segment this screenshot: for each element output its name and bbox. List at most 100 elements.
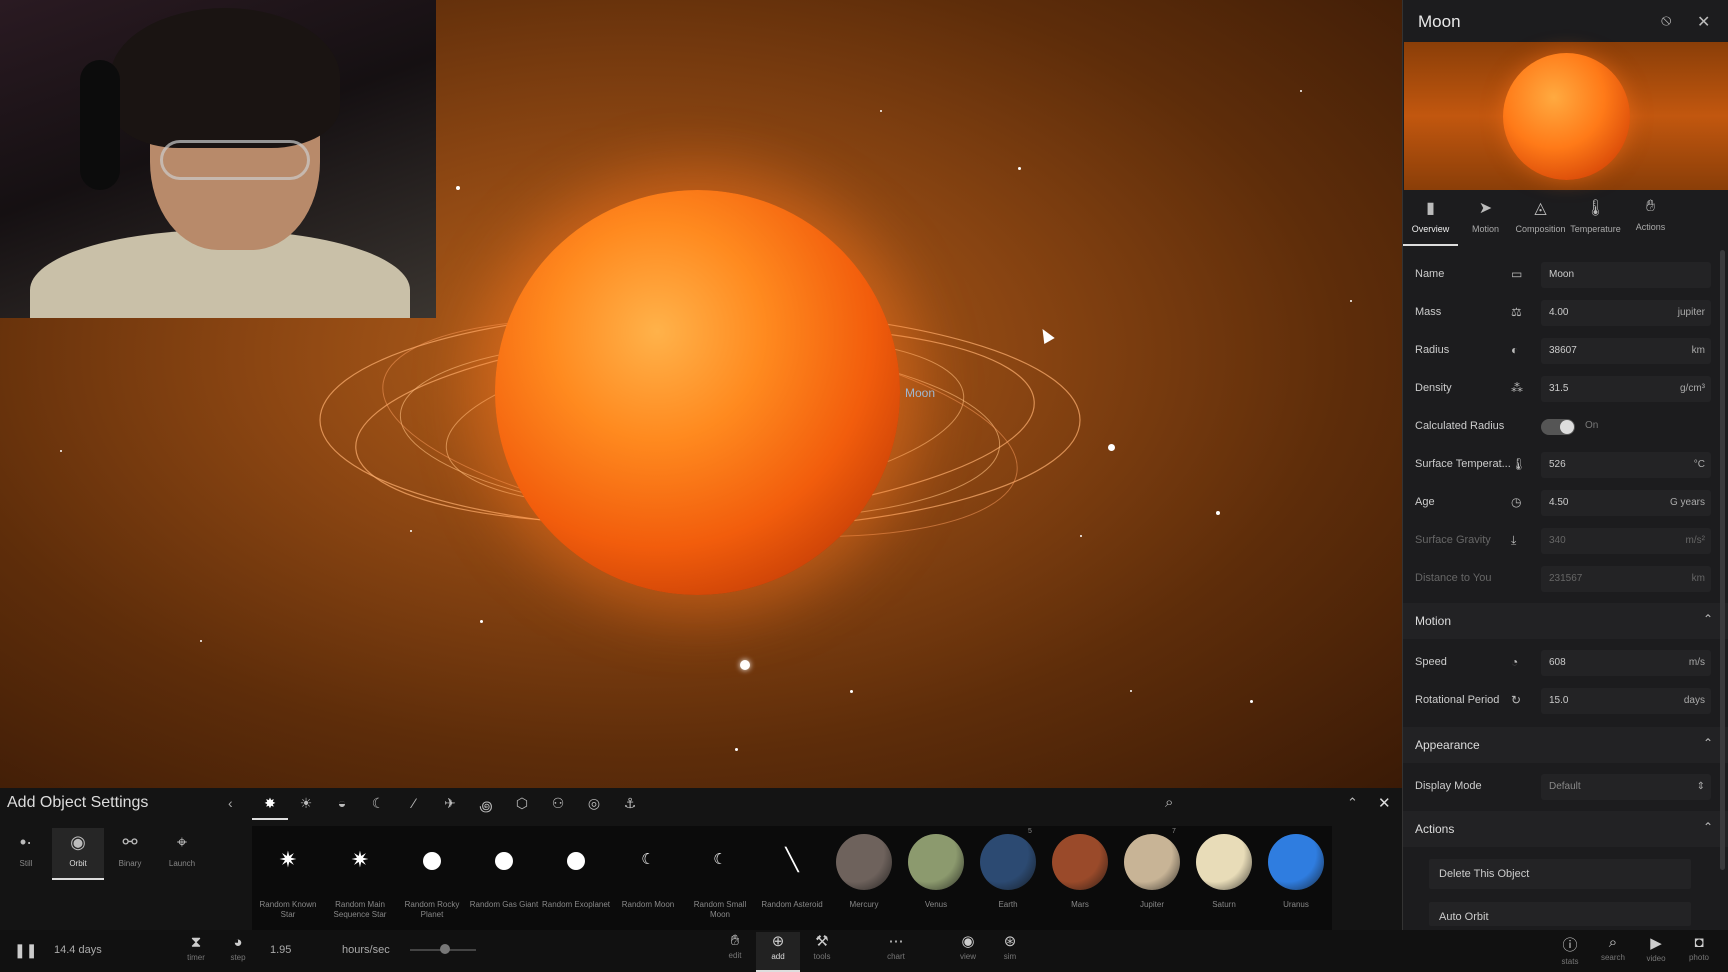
category-galaxy-icon[interactable]: ꩜ [468, 788, 504, 820]
category-planet-icon[interactable]: ◒ [324, 788, 360, 820]
search-icon[interactable]: ⌕ [1165, 794, 1173, 811]
surface-temperature-input[interactable]: 526 °C [1541, 452, 1711, 478]
category-particle-icon[interactable]: ◎ [576, 788, 612, 820]
button-label: add [771, 952, 785, 961]
close-icon[interactable]: ✕ [1697, 12, 1710, 32]
object-preview-sphere [1503, 53, 1630, 180]
object-mars[interactable]: Mars [1044, 826, 1116, 930]
category-random-icon[interactable]: ✸ [252, 788, 288, 820]
category-people-icon[interactable]: ⚇ [540, 788, 576, 820]
object-mercury[interactable]: Mercury [828, 826, 900, 930]
object-random-known-star[interactable]: ✷ Random Known Star [252, 826, 324, 930]
video-button[interactable]: ▶ video [1638, 934, 1674, 963]
pause-button[interactable]: ❚❚ [14, 942, 37, 959]
clock-icon: ◷ [1511, 495, 1522, 509]
object-random-small-moon[interactable]: ☾ Random Small Moon [684, 826, 756, 930]
hide-label-icon[interactable]: ⦸ [1661, 12, 1671, 30]
chevron-left-icon[interactable]: ‹ [228, 795, 233, 811]
mode-orbit[interactable]: ◉ Orbit [52, 828, 104, 880]
section-appearance[interactable]: Appearance ⌃ [1403, 727, 1728, 763]
object-venus[interactable]: Venus [900, 826, 972, 930]
object-random-moon[interactable]: ☾ Random Moon [612, 826, 684, 930]
delete-object-button[interactable]: Delete This Object [1429, 859, 1691, 889]
button-label: stats [1561, 957, 1579, 966]
chart-button[interactable]: ⋯ chart [874, 932, 918, 972]
name-input[interactable]: Moon [1541, 262, 1711, 288]
object-label: Random Exoplanet [541, 900, 611, 909]
calculated-radius-toggle[interactable] [1541, 419, 1575, 435]
sim-button[interactable]: ⊛ sim [988, 932, 1032, 972]
age-input[interactable]: 4.50 G years [1541, 490, 1711, 516]
object-earth[interactable]: 5 Earth [972, 826, 1044, 930]
view-button[interactable]: ◉ view [946, 932, 990, 972]
category-anchor-icon[interactable]: ⚓︎ [612, 788, 648, 820]
still-icon: •· [19, 832, 33, 852]
object-uranus[interactable]: Uranus [1260, 826, 1332, 930]
timer-button[interactable]: ⧗ timer [182, 934, 210, 962]
planet-icon [980, 834, 1036, 890]
chevron-up-icon[interactable]: ⌃ [1347, 795, 1358, 811]
category-moon-icon[interactable]: ☾ [360, 788, 396, 820]
tab-composition[interactable]: ◬ Composition [1513, 192, 1568, 246]
bookmark-icon: ▮ [1426, 200, 1435, 217]
object-label: Mercury [849, 900, 879, 909]
star [850, 690, 853, 693]
category-spacecraft-icon[interactable]: ✈︎ [432, 788, 468, 820]
tab-temperature[interactable]: 🌡︎ Temperature [1568, 192, 1623, 246]
tools-button[interactable]: ⚒︎ tools [800, 932, 844, 972]
moon-icon: ☾ [713, 851, 727, 868]
star [1130, 690, 1132, 692]
category-asteroid-icon[interactable]: ⁄ [396, 788, 432, 820]
stats-button[interactable]: ⓘ stats [1552, 934, 1588, 966]
rate-unit: hours/sec [342, 944, 390, 956]
object-random-exoplanet[interactable]: Random Exoplanet [540, 826, 612, 930]
object-random-gas-giant[interactable]: Random Gas Giant [468, 826, 540, 930]
object-random-rocky-planet[interactable]: Random Rocky Planet [396, 826, 468, 930]
edit-button[interactable]: ✋︎ edit [713, 932, 757, 972]
surface-gravity-value: 340 m/s² [1541, 528, 1711, 554]
button-label: edit [728, 951, 742, 960]
object-label: Random Small Moon [693, 900, 747, 919]
mass-input[interactable]: 4.00 jupiter [1541, 300, 1711, 326]
star [1300, 90, 1302, 92]
chevron-up-icon: ⌃ [1702, 736, 1713, 750]
photo-button[interactable]: ◘ photo [1681, 934, 1717, 962]
object-label: Saturn [1212, 900, 1236, 909]
display-mode-select[interactable]: Default ⇕ [1541, 774, 1711, 800]
button-label: sim [1003, 952, 1017, 961]
mode-launch[interactable]: ⌖ Launch [156, 828, 208, 880]
rotational-period-input[interactable]: 15.0 days [1541, 688, 1711, 714]
section-actions[interactable]: Actions ⌃ [1403, 811, 1728, 847]
panel-scrollbar[interactable] [1720, 250, 1725, 870]
object-random-asteroid[interactable]: ╲ Random Asteroid [756, 826, 828, 930]
time-rate-slider-knob[interactable] [440, 944, 450, 954]
auto-orbit-button[interactable]: Auto Orbit [1429, 902, 1691, 926]
tab-overview[interactable]: ▮ Overview [1403, 192, 1458, 246]
tab-motion[interactable]: ➤ Motion [1458, 192, 1513, 246]
density-input[interactable]: 31.5 g/cm³ [1541, 376, 1711, 402]
category-star-icon[interactable]: ☀︎ [288, 788, 324, 820]
star [1018, 167, 1021, 170]
section-motion[interactable]: Motion ⌃ [1403, 603, 1728, 639]
radius-icon: ◐ [1511, 343, 1519, 357]
step-button[interactable]: ◕ step [224, 934, 252, 962]
object-saturn[interactable]: Saturn [1188, 826, 1260, 930]
speed-input[interactable]: 608 m/s [1541, 650, 1711, 676]
rotation-icon: ↻ [1511, 693, 1522, 707]
gravity-icon: ⤓ [1511, 533, 1517, 547]
object-jupiter[interactable]: 7 Jupiter [1116, 826, 1188, 930]
mode-still[interactable]: •· Still [0, 828, 52, 880]
close-icon[interactable]: ✕ [1378, 794, 1391, 812]
selected-moon-body[interactable] [495, 190, 900, 595]
field-distance: Distance to You 231567 km [1403, 562, 1728, 596]
add-button[interactable]: ⊕ add [756, 932, 800, 972]
object-random-main-sequence-star[interactable]: ✷ Random Main Sequence Star [324, 826, 396, 930]
planet-icon [1196, 834, 1252, 890]
chevron-up-icon: ⌃ [1702, 820, 1713, 834]
mode-binary[interactable]: ⚯ Binary [104, 828, 156, 880]
category-system-icon[interactable]: ⬡ [504, 788, 540, 820]
tab-actions[interactable]: ✋︎ Actions [1623, 192, 1678, 246]
field-rotational-period: Rotational Period ↻ 15.0 days [1403, 684, 1728, 718]
search-button[interactable]: ⌕ search [1595, 934, 1631, 962]
radius-input[interactable]: 38607 km [1541, 338, 1711, 364]
